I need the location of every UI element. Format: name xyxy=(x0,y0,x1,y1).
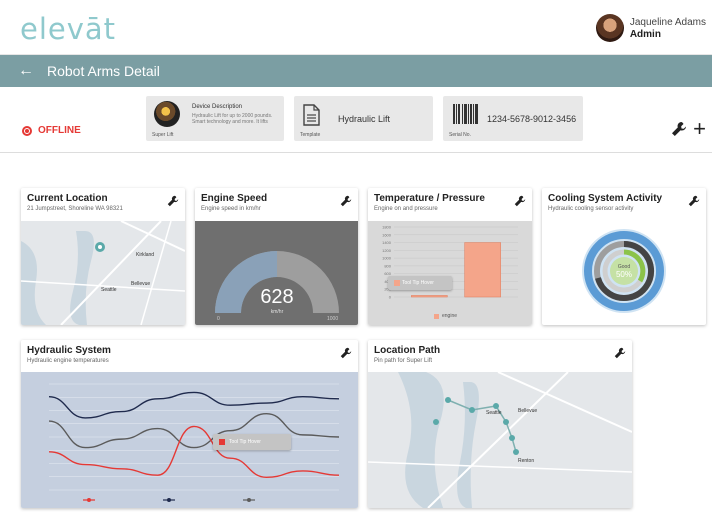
user-name: Jaqueline Adams xyxy=(629,16,706,28)
template-card[interactable]: Hydraulic Lift Template xyxy=(294,96,433,141)
template-value: Hydraulic Lift xyxy=(338,114,391,124)
y-tick-label: 1000 xyxy=(382,256,392,261)
device-description-title: Device Description xyxy=(192,104,243,110)
legend-marker xyxy=(167,498,171,502)
page-title: Robot Arms Detail xyxy=(47,63,160,79)
location-path-card[interactable]: Location Path Pin path for Super Lift Se… xyxy=(368,340,632,508)
cooling-card[interactable]: Cooling System Activity Hydraulic coolin… xyxy=(542,188,706,325)
status-badge: OFFLINE xyxy=(22,125,81,136)
tooltip: Tool Tip Hover xyxy=(213,434,291,450)
wrench-icon[interactable] xyxy=(688,195,700,207)
toolbar: + xyxy=(671,118,706,140)
legend-label: engine xyxy=(442,313,458,319)
wrench-icon[interactable] xyxy=(514,195,526,207)
document-icon xyxy=(303,104,320,126)
map-label: Kirkland xyxy=(136,252,154,258)
location-map[interactable]: Seattle Bellevue Kirkland xyxy=(21,220,185,325)
temperature-card[interactable]: Temperature / Pressure Engine on and pre… xyxy=(368,188,532,325)
gauge-value: 628 xyxy=(260,286,293,308)
legend-marker xyxy=(247,498,251,502)
arrow-left-icon[interactable]: ← xyxy=(18,62,34,80)
map-label: Seattle xyxy=(486,410,502,416)
legend: engine xyxy=(434,313,457,319)
card-subtitle: Hydraulic engine temperatures xyxy=(27,358,109,364)
bar xyxy=(464,242,501,298)
y-tick-label: 1800 xyxy=(382,225,392,230)
wrench-icon[interactable] xyxy=(671,121,687,137)
device-name: Super Lift xyxy=(152,132,174,138)
avatar[interactable] xyxy=(595,14,624,42)
serial-label: Serial No. xyxy=(449,132,471,138)
user-menu[interactable]: Jaqueline Adams Admin xyxy=(595,14,706,42)
tooltip: Tool Tip Hover xyxy=(388,276,452,290)
user-role: Admin xyxy=(629,28,661,40)
gauge-max: 1000 xyxy=(327,316,338,322)
template-label: Template xyxy=(300,132,321,138)
card-subtitle: Engine on and pressure xyxy=(374,206,438,212)
gauge-min: 0 xyxy=(217,316,220,322)
wrench-icon[interactable] xyxy=(614,347,626,359)
add-icon[interactable]: + xyxy=(693,118,706,140)
serial-value: 1234-5678-9012-3456 xyxy=(487,114,577,124)
line-chart xyxy=(48,383,340,502)
wrench-icon[interactable] xyxy=(340,195,352,207)
device-image xyxy=(154,101,180,127)
gauge-panel: 628 km/hr 0 1000 xyxy=(195,221,358,325)
card-title: Cooling System Activity xyxy=(548,193,663,204)
current-location-card[interactable]: Current Location 21 Jumpstreet, Shorelin… xyxy=(21,188,185,325)
legend-swatch xyxy=(434,313,439,319)
tooltip-swatch xyxy=(394,280,400,286)
serial-card[interactable]: 1234-5678-9012-3456 Serial No. xyxy=(443,96,583,141)
device-description-text: Hydraulic Lift for up to 2000 pounds. Sm… xyxy=(192,113,273,125)
card-title: Hydraulic System xyxy=(27,345,111,356)
card-title: Current Location xyxy=(27,193,108,204)
map-label: Bellevue xyxy=(131,281,150,287)
tooltip-swatch xyxy=(219,439,225,445)
tooltip-text: Tool Tip Hover xyxy=(402,280,434,286)
offline-dot-icon xyxy=(22,125,32,136)
donut-value: 50% xyxy=(616,270,632,279)
y-tick-label: 1400 xyxy=(382,240,392,245)
y-tick-label: 1200 xyxy=(382,248,392,253)
device-info-bar: OFFLINE Super Lift Device Description Hy… xyxy=(0,87,712,153)
card-subtitle: 21 Jumpstreet, Shoreline WA 98321 xyxy=(27,206,123,212)
wrench-icon[interactable] xyxy=(167,195,179,207)
engine-speed-card[interactable]: Engine Speed Engine speed in km/hr 628 k… xyxy=(195,188,358,325)
card-title: Engine Speed xyxy=(201,193,268,204)
map-label: Seattle xyxy=(101,287,117,293)
card-subtitle: Engine speed in km/hr xyxy=(201,206,261,212)
series-line xyxy=(48,391,340,419)
card-subtitle: Hydraulic cooling sensor activity xyxy=(548,206,634,212)
wrench-icon[interactable] xyxy=(340,347,352,359)
status-label: OFFLINE xyxy=(38,125,81,136)
map-label: Renton xyxy=(518,458,534,464)
legend-marker xyxy=(87,498,91,502)
app-logo[interactable]: elevāt xyxy=(20,12,116,46)
page-header: ← Robot Arms Detail xyxy=(0,55,712,87)
gauge-unit: km/hr xyxy=(271,309,284,315)
map-label: Bellevue xyxy=(518,408,537,414)
bar-chart: 020040060080010001200140016001800 xyxy=(382,225,518,300)
series-line xyxy=(48,412,340,449)
barcode-icon xyxy=(453,104,478,124)
card-title: Temperature / Pressure xyxy=(374,193,485,204)
cooling-donut-chart: Good 50% xyxy=(582,229,666,313)
y-tick-label: 0 xyxy=(389,295,392,300)
card-subtitle: Pin path for Super Lift xyxy=(374,358,433,364)
card-title: Location Path xyxy=(374,345,441,356)
tooltip-text: Tool Tip Hover xyxy=(229,439,261,445)
line-chart-panel: Tool Tip Hover xyxy=(21,372,358,508)
bar-chart-panel: 020040060080010001200140016001800 Tool T… xyxy=(368,221,532,325)
y-tick-label: 1600 xyxy=(382,232,392,237)
path-map[interactable]: Seattle Bellevue Renton xyxy=(368,371,632,508)
bar xyxy=(411,295,448,298)
device-description-card[interactable]: Super Lift Device Description Hydraulic … xyxy=(146,96,284,141)
y-tick-label: 800 xyxy=(384,263,391,268)
top-bar: elevāt Jaqueline Adams Admin xyxy=(0,0,712,55)
hydraulic-card[interactable]: Hydraulic System Hydraulic engine temper… xyxy=(21,340,358,508)
